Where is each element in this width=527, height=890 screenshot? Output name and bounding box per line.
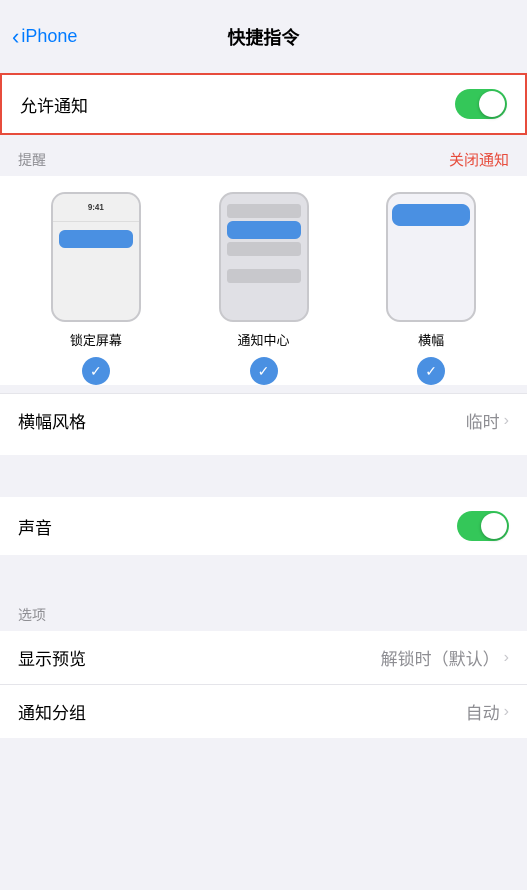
chevron-right-icon-preview: ›	[504, 649, 509, 667]
sounds-toggle-knob	[481, 513, 507, 539]
banner-style-label: 横幅风格	[18, 408, 86, 433]
page-title: 快捷指令	[228, 24, 300, 50]
lock-screen-time: 9:41	[53, 194, 139, 222]
close-notifications-action[interactable]: 关闭通知	[449, 149, 509, 170]
notif-center-label: 通知中心	[238, 330, 290, 349]
notif-center-bar3	[227, 242, 301, 256]
banner-style-value: 临时	[466, 408, 500, 433]
toggle-knob	[479, 91, 505, 117]
allow-notifications-label: 允许通知	[20, 92, 88, 117]
lock-notif-card	[59, 230, 133, 248]
lock-screen-preview: 9:41	[51, 192, 141, 322]
allow-notifications-card: 允许通知	[0, 73, 527, 135]
notification-group-row[interactable]: 通知分组 自动 ›	[0, 685, 527, 738]
notif-center-bar2	[227, 221, 301, 239]
alerts-section-label: 提醒	[18, 150, 46, 170]
sounds-toggle[interactable]	[457, 511, 509, 541]
banner-bar	[392, 204, 470, 226]
notif-center-bar1	[227, 204, 301, 218]
sounds-label: 声音	[18, 514, 52, 539]
lock-screen-label: 锁定屏幕	[70, 330, 122, 349]
chevron-right-icon-group: ›	[504, 703, 509, 721]
lock-screen-check[interactable]: ✓	[82, 357, 110, 385]
notification-styles-card: 9:41 锁定屏幕 ✓ 通知中心 ✓ 横幅 ✓	[0, 176, 527, 455]
show-preview-value-area: 解锁时（默认） ›	[381, 645, 509, 670]
show-preview-label: 显示预览	[18, 645, 86, 670]
notification-group-value-area: 自动 ›	[466, 699, 509, 724]
allow-notifications-row: 允许通知	[2, 75, 525, 133]
notif-center-check[interactable]: ✓	[250, 357, 278, 385]
notif-center-bar4	[227, 269, 301, 283]
notification-group-label: 通知分组	[18, 699, 86, 724]
options-section-label: 选项	[18, 605, 46, 625]
notification-group-value: 自动	[466, 699, 500, 724]
chevron-right-icon: ›	[504, 412, 509, 430]
options-card: 显示预览 解锁时（默认） › 通知分组 自动 ›	[0, 631, 527, 738]
section-divider-1	[0, 461, 527, 497]
show-preview-row[interactable]: 显示预览 解锁时（默认） ›	[0, 631, 527, 685]
notification-center-item: 通知中心 ✓	[180, 192, 348, 385]
notif-center-preview	[219, 192, 309, 322]
show-preview-value: 解锁时（默认）	[381, 645, 500, 670]
sounds-row: 声音	[0, 497, 527, 555]
banner-item: 横幅 ✓	[347, 192, 515, 385]
banner-label: 横幅	[418, 330, 444, 349]
lock-screen-item: 9:41 锁定屏幕 ✓	[12, 192, 180, 385]
banner-check[interactable]: ✓	[417, 357, 445, 385]
notification-styles-inner: 9:41 锁定屏幕 ✓ 通知中心 ✓ 横幅 ✓	[0, 192, 527, 385]
chevron-left-icon: ‹	[12, 24, 19, 50]
options-section-header: 选项	[0, 597, 527, 631]
banner-style-value-area: 临时 ›	[466, 408, 509, 433]
header: ‹ iPhone 快捷指令	[0, 0, 527, 73]
divider	[0, 385, 527, 393]
alerts-section-header: 提醒 关闭通知	[0, 141, 527, 176]
banner-preview	[386, 192, 476, 322]
sounds-card: 声音	[0, 497, 527, 555]
back-button[interactable]: ‹ iPhone	[12, 24, 77, 50]
banner-style-row[interactable]: 横幅风格 临时 ›	[0, 393, 527, 447]
back-label: iPhone	[21, 26, 77, 47]
section-divider-2	[0, 561, 527, 597]
allow-notifications-toggle[interactable]	[455, 89, 507, 119]
